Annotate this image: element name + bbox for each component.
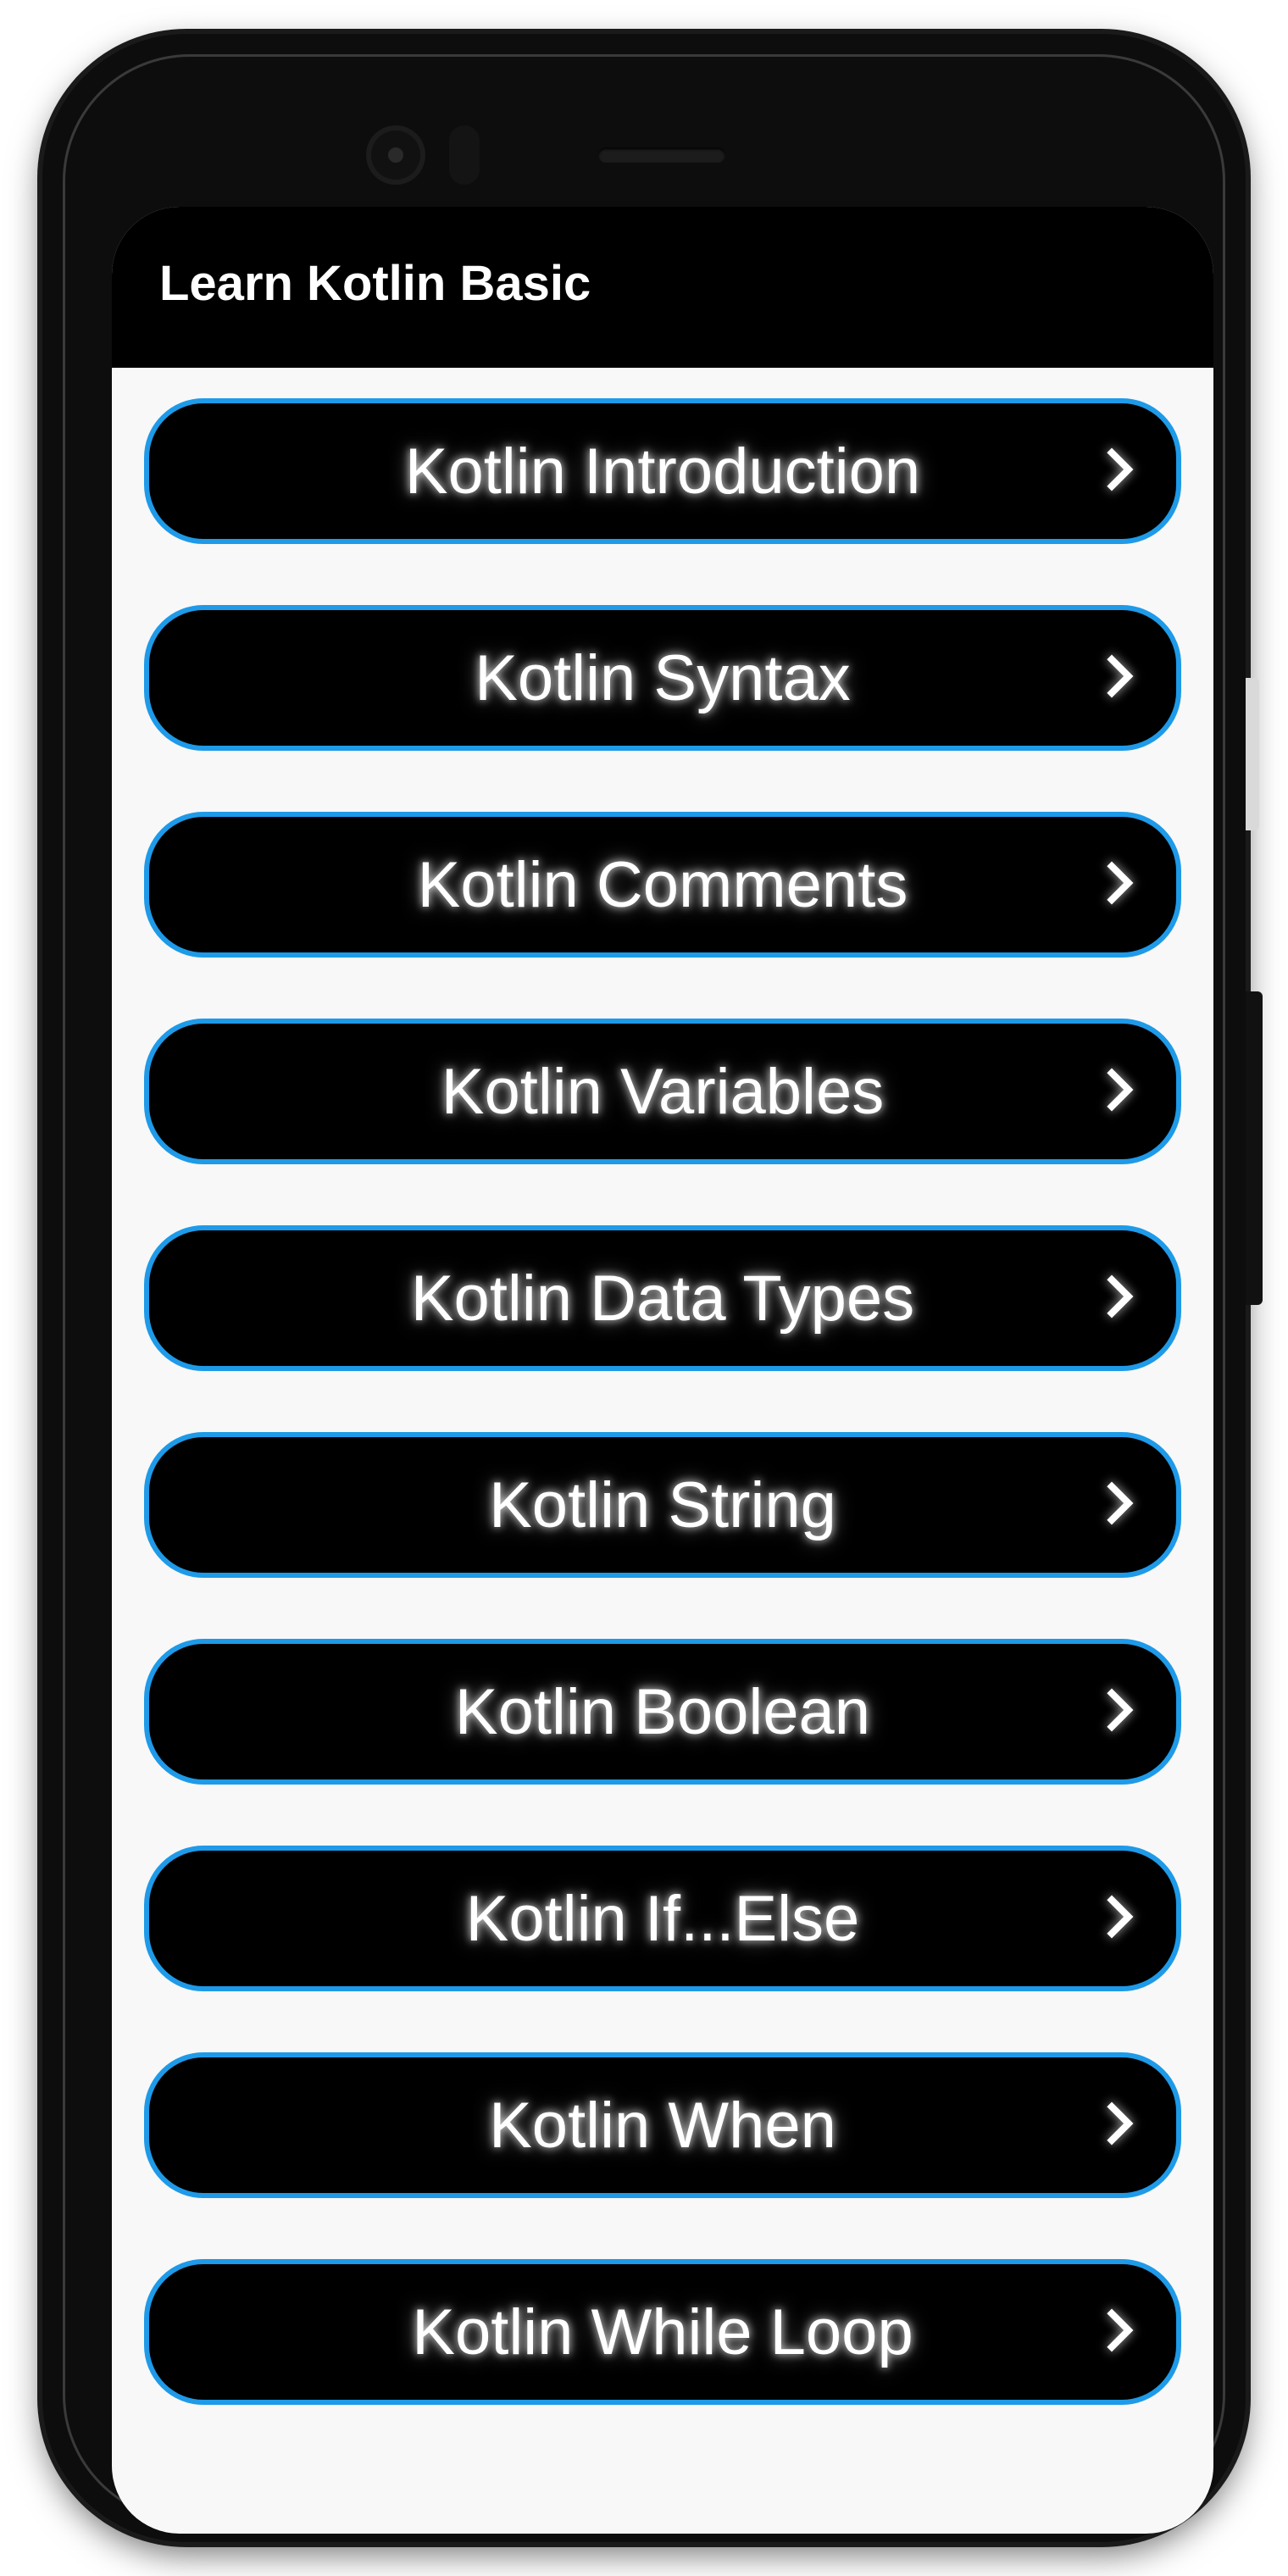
topic-item-when[interactable]: Kotlin When bbox=[144, 2052, 1181, 2198]
earpiece-speaker bbox=[598, 147, 725, 163]
chevron-right-icon bbox=[1090, 1274, 1134, 1319]
topic-item-variables[interactable]: Kotlin Variables bbox=[144, 1019, 1181, 1164]
chevron-right-icon bbox=[1090, 1895, 1134, 1939]
topic-item-data-types[interactable]: Kotlin Data Types bbox=[144, 1225, 1181, 1371]
topic-label: Kotlin Variables bbox=[441, 1055, 885, 1128]
topic-label: Kotlin When bbox=[489, 2089, 836, 2162]
topic-label: Kotlin If...Else bbox=[465, 1882, 860, 1955]
topic-label: Kotlin String bbox=[489, 1468, 836, 1541]
chevron-right-icon bbox=[1090, 861, 1134, 905]
topic-item-if-else[interactable]: Kotlin If...Else bbox=[144, 1846, 1181, 1991]
topic-item-syntax[interactable]: Kotlin Syntax bbox=[144, 605, 1181, 751]
chevron-right-icon bbox=[1090, 2308, 1134, 2352]
chevron-right-icon bbox=[1090, 2101, 1134, 2146]
app-bar: Learn Kotlin Basic bbox=[112, 207, 1213, 368]
topic-label: Kotlin While Loop bbox=[412, 2296, 913, 2368]
chevron-right-icon bbox=[1090, 654, 1134, 698]
topic-label: Kotlin Boolean bbox=[454, 1675, 871, 1748]
chevron-right-icon bbox=[1090, 447, 1134, 491]
topic-label: Kotlin Data Types bbox=[410, 1262, 915, 1335]
chevron-right-icon bbox=[1090, 1481, 1134, 1525]
front-camera bbox=[366, 125, 425, 185]
topic-label: Kotlin Syntax bbox=[475, 641, 851, 714]
topic-list[interactable]: Kotlin Introduction Kotlin Syntax Kotlin… bbox=[141, 398, 1185, 2407]
topic-label: Kotlin Comments bbox=[417, 848, 908, 921]
topic-item-while-loop[interactable]: Kotlin While Loop bbox=[144, 2259, 1181, 2405]
app-screen: Learn Kotlin Basic Kotlin Introduction K… bbox=[112, 207, 1213, 2534]
app-title: Learn Kotlin Basic bbox=[159, 256, 591, 311]
topic-label: Kotlin Introduction bbox=[404, 435, 921, 508]
topic-item-string[interactable]: Kotlin String bbox=[144, 1432, 1181, 1578]
topic-item-boolean[interactable]: Kotlin Boolean bbox=[144, 1639, 1181, 1785]
topic-item-comments[interactable]: Kotlin Comments bbox=[144, 812, 1181, 958]
power-button bbox=[1246, 678, 1259, 830]
proximity-sensor bbox=[449, 125, 480, 185]
chevron-right-icon bbox=[1090, 1688, 1134, 1732]
chevron-right-icon bbox=[1090, 1068, 1134, 1112]
topic-item-introduction[interactable]: Kotlin Introduction bbox=[144, 398, 1181, 544]
volume-button bbox=[1246, 991, 1263, 1305]
